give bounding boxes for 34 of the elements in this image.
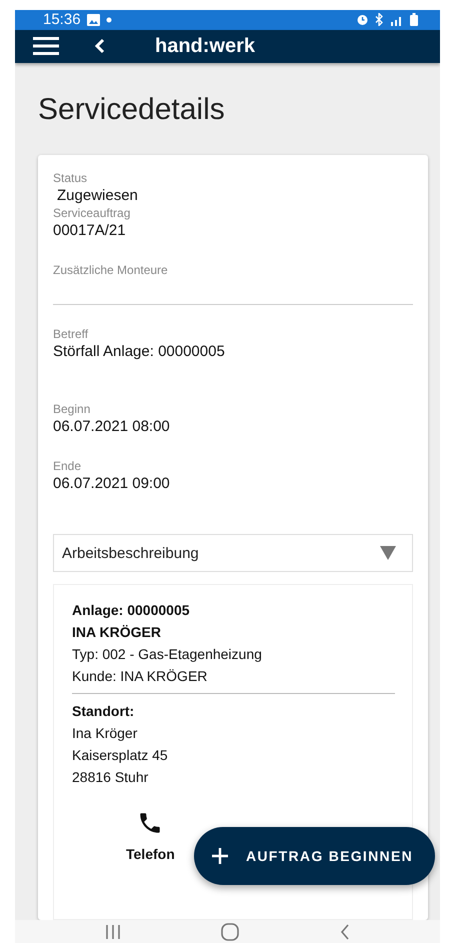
start-order-button[interactable]: AUFTRAG BEGINNEN [194, 827, 435, 885]
bluetooth-icon [375, 13, 384, 26]
alarm-icon [356, 13, 369, 26]
address-line: Kaisersplatz 45 [72, 746, 169, 766]
app-title: hand:werk [155, 34, 256, 58]
description-dropdown[interactable]: Arbeitsbeschreibung [53, 534, 413, 572]
asset-line: Kunde: INA KRÖGER [72, 667, 208, 686]
field-label: Serviceauftrag [53, 206, 132, 222]
field-value: Zugewiesen [56, 186, 139, 206]
field-value: Störfall Anlage: 00000005 [53, 342, 226, 362]
field-value: 06.07.2021 09:00 [53, 474, 171, 494]
address-line: Ina Kröger [72, 724, 138, 744]
location-title: Standort: [72, 702, 136, 722]
asset-line: INA KRÖGER [72, 623, 162, 642]
image-icon [86, 14, 100, 26]
asset-line: Typ: 002 - Gas-Etagenheizung [72, 645, 263, 664]
status-time: 15:36 [43, 11, 81, 28]
plus-icon [212, 848, 228, 864]
asset-line: Anlage: 00000005 [72, 601, 191, 620]
recent-apps-icon[interactable] [105, 924, 122, 940]
page-title: Servicedetails [38, 93, 226, 128]
notification-dot-icon [106, 16, 112, 23]
field-value: 00017A/21 [53, 221, 127, 242]
menu-icon[interactable] [33, 37, 59, 56]
field-label: Ende [53, 459, 82, 474]
field-label: Betreff [53, 327, 90, 342]
phone-action[interactable]: Telefon [126, 810, 175, 862]
field-label: Beginn [53, 402, 92, 418]
home-icon[interactable] [221, 922, 240, 941]
field-value: 06.07.2021 08:00 [53, 417, 171, 438]
field-label: Zusätzliche Monteure [53, 263, 169, 278]
field-label: Status [53, 171, 88, 186]
battery-icon [410, 13, 418, 26]
address-line: 28816 Stuhr [72, 768, 150, 788]
